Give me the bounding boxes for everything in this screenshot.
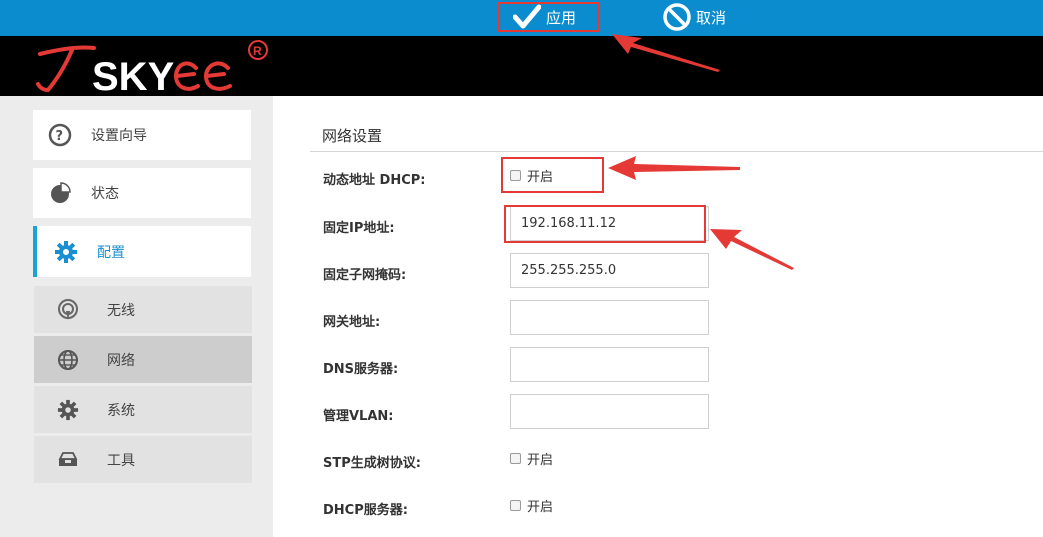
stp-label: STP生成树协议: xyxy=(323,456,421,471)
checkbox-box[interactable] xyxy=(510,453,521,464)
sidebar-item-config[interactable]: 配置 xyxy=(33,226,251,277)
dns-input[interactable] xyxy=(510,347,709,382)
vlan-label: 管理VLAN: xyxy=(323,409,394,424)
pie-chart-icon xyxy=(47,180,73,206)
annotation-box-static-ip xyxy=(504,205,706,243)
logo-band: SKY R xyxy=(0,36,1043,96)
sidebar-item-label: 状态 xyxy=(91,186,119,202)
globe-icon xyxy=(57,349,79,371)
cancel-label: 取消 xyxy=(696,8,727,27)
gateway-label: 网关地址: xyxy=(323,315,381,330)
subnet-mask-label: 固定子网掩码: xyxy=(323,268,407,283)
sidebar-subitem-wireless[interactable]: 无线 xyxy=(34,286,252,333)
gear-icon xyxy=(57,399,79,421)
sidebar-item-label: 配置 xyxy=(97,244,125,261)
svg-text:SKY: SKY xyxy=(92,55,175,96)
gear-icon xyxy=(53,239,79,265)
section-divider xyxy=(310,151,1043,152)
checkbox-label: 开启 xyxy=(527,453,554,468)
checkmark-icon xyxy=(512,2,542,32)
subnet-mask-input[interactable]: 255.255.255.0 xyxy=(510,253,709,288)
static-ip-label: 固定IP地址: xyxy=(323,221,395,236)
dhcp-label: 动态地址 DHCP: xyxy=(323,173,426,188)
stp-checkbox[interactable]: 开启 xyxy=(510,449,553,468)
sidebar-item-label: 设置向导 xyxy=(91,128,147,144)
sidebar-subitem-label: 工具 xyxy=(107,452,135,469)
sidebar-item-status[interactable]: 状态 xyxy=(33,168,251,218)
dhcp-server-checkbox[interactable]: 开启 xyxy=(510,496,553,515)
svg-text:?: ? xyxy=(56,129,64,144)
sidebar-subitem-label: 系统 xyxy=(107,402,135,419)
section-title: 网络设置 xyxy=(322,127,383,145)
checkbox-label: 开启 xyxy=(527,500,554,515)
tskyee-logo: SKY R xyxy=(36,40,268,96)
toolbox-icon xyxy=(57,449,79,471)
sidebar-subitem-label: 网络 xyxy=(107,352,135,369)
top-toolbar: 应用 取消 xyxy=(0,0,1043,36)
question-circle-icon: ? xyxy=(47,122,73,148)
sidebar-item-setup-wizard[interactable]: ? 设置向导 xyxy=(33,110,251,160)
apply-button[interactable]: 应用 xyxy=(498,2,599,32)
checkbox-box[interactable] xyxy=(510,500,521,511)
gateway-input[interactable] xyxy=(510,300,709,335)
dns-label: DNS服务器: xyxy=(323,362,399,377)
svg-text:R: R xyxy=(253,44,262,58)
annotation-arrow-static-ip xyxy=(710,229,794,270)
annotation-box-dhcp xyxy=(501,157,604,193)
sidebar-subitem-tools[interactable]: 工具 xyxy=(34,436,252,483)
cancel-button[interactable]: 取消 xyxy=(662,2,772,32)
wireless-icon xyxy=(57,298,79,321)
apply-label: 应用 xyxy=(546,8,577,27)
cancel-circle-icon xyxy=(662,2,692,32)
sidebar-subitem-system[interactable]: 系统 xyxy=(34,386,252,433)
sidebar-subitem-label: 无线 xyxy=(107,302,135,319)
dhcp-server-label: DHCP服务器: xyxy=(323,503,408,518)
vlan-input[interactable] xyxy=(510,394,709,429)
sidebar-subitem-network[interactable]: 网络 xyxy=(34,336,252,383)
annotation-arrow-dhcp xyxy=(608,156,740,180)
